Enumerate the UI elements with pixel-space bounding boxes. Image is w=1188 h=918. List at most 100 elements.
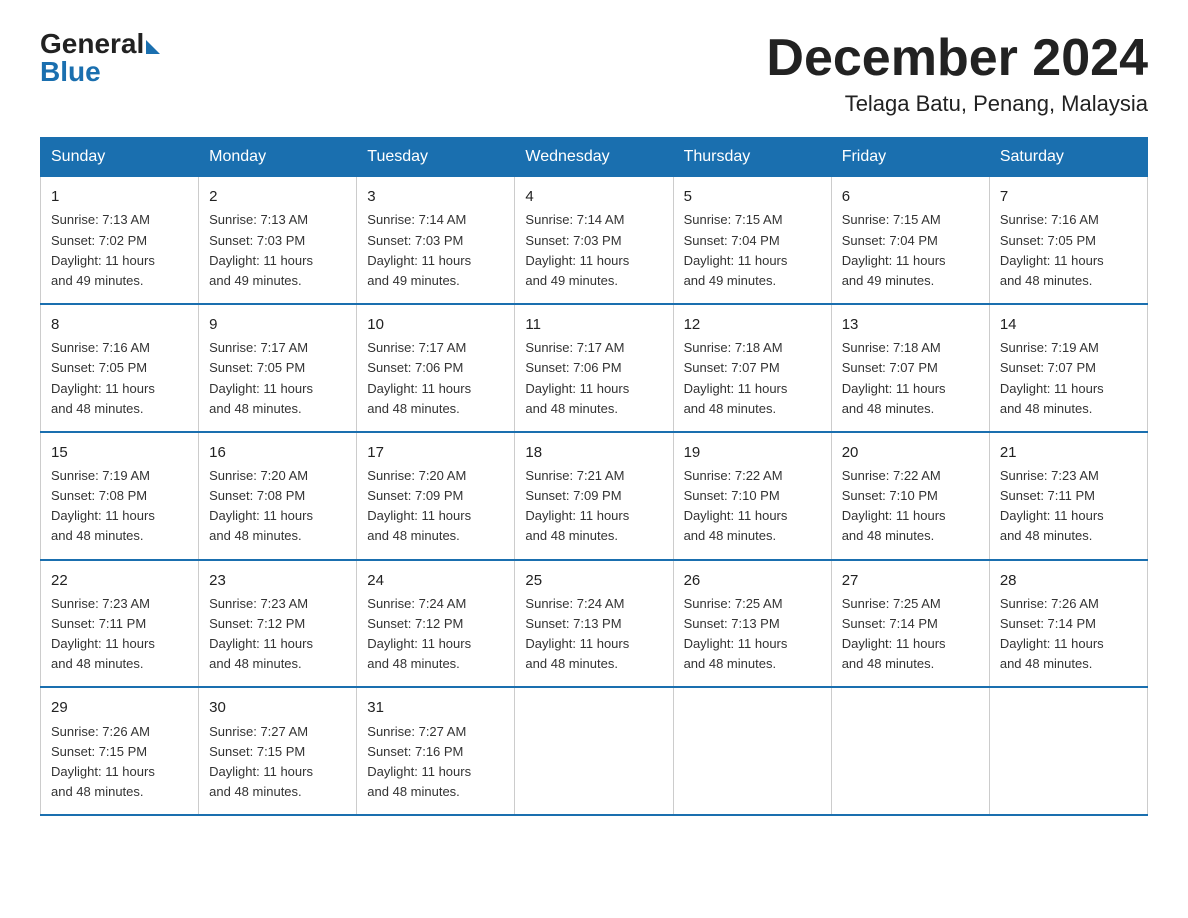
calendar-cell: 14Sunrise: 7:19 AM Sunset: 7:07 PM Dayli… [989,304,1147,432]
logo: General Blue [40,30,160,86]
header-day-thursday: Thursday [673,138,831,177]
calendar-cell: 13Sunrise: 7:18 AM Sunset: 7:07 PM Dayli… [831,304,989,432]
calendar-cell [673,687,831,815]
calendar-cell: 5Sunrise: 7:15 AM Sunset: 7:04 PM Daylig… [673,177,831,304]
title-block: December 2024 Telaga Batu, Penang, Malay… [766,30,1148,117]
day-number: 31 [367,696,504,719]
month-year-title: December 2024 [766,30,1148,87]
day-info: Sunrise: 7:27 AM Sunset: 7:15 PM Dayligh… [209,722,346,803]
day-number: 5 [684,185,821,208]
calendar-cell: 11Sunrise: 7:17 AM Sunset: 7:06 PM Dayli… [515,304,673,432]
day-info: Sunrise: 7:14 AM Sunset: 7:03 PM Dayligh… [525,210,662,291]
calendar-cell: 30 Sunrise: 7:27 AM Sunset: 7:15 PM Dayli… [199,687,357,815]
day-info: Sunrise: 7:25 AM Sunset: 7:13 PM Dayligh… [684,594,821,675]
calendar-cell: 2Sunrise: 7:13 AM Sunset: 7:03 PM Daylig… [199,177,357,304]
calendar-cell: 4Sunrise: 7:14 AM Sunset: 7:03 PM Daylig… [515,177,673,304]
calendar-cell: 15Sunrise: 7:19 AM Sunset: 7:08 PM Dayli… [41,432,199,560]
calendar-cell: 18Sunrise: 7:21 AM Sunset: 7:09 PM Dayli… [515,432,673,560]
header-day-sunday: Sunday [41,138,199,177]
day-info: Sunrise: 7:26 AM Sunset: 7:15 PM Dayligh… [51,722,188,803]
day-info: Sunrise: 7:15 AM Sunset: 7:04 PM Dayligh… [842,210,979,291]
day-number: 22 [51,569,188,592]
logo-blue-text: Blue [40,58,160,86]
day-number: 13 [842,313,979,336]
calendar-cell: 23Sunrise: 7:23 AM Sunset: 7:12 PM Dayli… [199,560,357,688]
day-number: 20 [842,441,979,464]
day-number: 12 [684,313,821,336]
day-info: Sunrise: 7:16 AM Sunset: 7:05 PM Dayligh… [51,338,188,419]
day-number: 26 [684,569,821,592]
day-info: Sunrise: 7:18 AM Sunset: 7:07 PM Dayligh… [684,338,821,419]
day-info: Sunrise: 7:22 AM Sunset: 7:10 PM Dayligh… [842,466,979,547]
day-info: Sunrise: 7:23 AM Sunset: 7:11 PM Dayligh… [51,594,188,675]
day-info: Sunrise: 7:23 AM Sunset: 7:12 PM Dayligh… [209,594,346,675]
day-info: Sunrise: 7:21 AM Sunset: 7:09 PM Dayligh… [525,466,662,547]
location-subtitle: Telaga Batu, Penang, Malaysia [766,91,1148,117]
day-info: Sunrise: 7:14 AM Sunset: 7:03 PM Dayligh… [367,210,504,291]
calendar-cell [989,687,1147,815]
calendar-cell: 17Sunrise: 7:20 AM Sunset: 7:09 PM Dayli… [357,432,515,560]
day-info: Sunrise: 7:22 AM Sunset: 7:10 PM Dayligh… [684,466,821,547]
calendar-cell: 29 Sunrise: 7:26 AM Sunset: 7:15 PM Dayli… [41,687,199,815]
day-number: 24 [367,569,504,592]
day-info: Sunrise: 7:13 AM Sunset: 7:02 PM Dayligh… [51,210,188,291]
day-number: 8 [51,313,188,336]
day-info: Sunrise: 7:20 AM Sunset: 7:09 PM Dayligh… [367,466,504,547]
calendar-cell: 7Sunrise: 7:16 AM Sunset: 7:05 PM Daylig… [989,177,1147,304]
calendar-cell: 26Sunrise: 7:25 AM Sunset: 7:13 PM Dayli… [673,560,831,688]
day-number: 17 [367,441,504,464]
day-number: 18 [525,441,662,464]
day-number: 10 [367,313,504,336]
calendar-cell: 10Sunrise: 7:17 AM Sunset: 7:06 PM Dayli… [357,304,515,432]
header-day-tuesday: Tuesday [357,138,515,177]
calendar-cell: 3Sunrise: 7:14 AM Sunset: 7:03 PM Daylig… [357,177,515,304]
day-info: Sunrise: 7:24 AM Sunset: 7:13 PM Dayligh… [525,594,662,675]
header-day-saturday: Saturday [989,138,1147,177]
calendar-week-row: 22Sunrise: 7:23 AM Sunset: 7:11 PM Dayli… [41,560,1148,688]
logo-general-text: General [40,30,144,58]
calendar-week-row: 15Sunrise: 7:19 AM Sunset: 7:08 PM Dayli… [41,432,1148,560]
day-info: Sunrise: 7:23 AM Sunset: 7:11 PM Dayligh… [1000,466,1137,547]
calendar-body: 1Sunrise: 7:13 AM Sunset: 7:02 PM Daylig… [41,177,1148,816]
header-row: SundayMondayTuesdayWednesdayThursdayFrid… [41,138,1148,177]
calendar-header: SundayMondayTuesdayWednesdayThursdayFrid… [41,138,1148,177]
calendar-week-row: 1Sunrise: 7:13 AM Sunset: 7:02 PM Daylig… [41,177,1148,304]
header-day-monday: Monday [199,138,357,177]
day-number: 2 [209,185,346,208]
calendar-cell: 25Sunrise: 7:24 AM Sunset: 7:13 PM Dayli… [515,560,673,688]
day-info: Sunrise: 7:13 AM Sunset: 7:03 PM Dayligh… [209,210,346,291]
day-number: 14 [1000,313,1137,336]
day-info: Sunrise: 7:18 AM Sunset: 7:07 PM Dayligh… [842,338,979,419]
calendar-cell: 21Sunrise: 7:23 AM Sunset: 7:11 PM Dayli… [989,432,1147,560]
header-day-wednesday: Wednesday [515,138,673,177]
day-number: 27 [842,569,979,592]
calendar-cell: 27Sunrise: 7:25 AM Sunset: 7:14 PM Dayli… [831,560,989,688]
calendar-cell: 8Sunrise: 7:16 AM Sunset: 7:05 PM Daylig… [41,304,199,432]
day-number: 4 [525,185,662,208]
day-info: Sunrise: 7:26 AM Sunset: 7:14 PM Dayligh… [1000,594,1137,675]
day-number: 3 [367,185,504,208]
calendar-cell [831,687,989,815]
logo-arrow-icon [146,40,160,54]
day-number: 11 [525,313,662,336]
calendar-cell [515,687,673,815]
page-header: General Blue December 2024 Telaga Batu, … [40,30,1148,117]
day-info: Sunrise: 7:17 AM Sunset: 7:06 PM Dayligh… [525,338,662,419]
day-number: 30 [209,696,346,719]
day-info: Sunrise: 7:24 AM Sunset: 7:12 PM Dayligh… [367,594,504,675]
day-number: 28 [1000,569,1137,592]
calendar-cell: 6Sunrise: 7:15 AM Sunset: 7:04 PM Daylig… [831,177,989,304]
day-number: 9 [209,313,346,336]
calendar-week-row: 8Sunrise: 7:16 AM Sunset: 7:05 PM Daylig… [41,304,1148,432]
day-number: 16 [209,441,346,464]
day-info: Sunrise: 7:15 AM Sunset: 7:04 PM Dayligh… [684,210,821,291]
day-number: 1 [51,185,188,208]
calendar-cell: 9Sunrise: 7:17 AM Sunset: 7:05 PM Daylig… [199,304,357,432]
day-info: Sunrise: 7:20 AM Sunset: 7:08 PM Dayligh… [209,466,346,547]
day-info: Sunrise: 7:16 AM Sunset: 7:05 PM Dayligh… [1000,210,1137,291]
day-number: 29 [51,696,188,719]
calendar-cell: 31Sunrise: 7:27 AM Sunset: 7:16 PM Dayli… [357,687,515,815]
calendar-cell: 1Sunrise: 7:13 AM Sunset: 7:02 PM Daylig… [41,177,199,304]
day-info: Sunrise: 7:17 AM Sunset: 7:05 PM Dayligh… [209,338,346,419]
calendar-cell: 19Sunrise: 7:22 AM Sunset: 7:10 PM Dayli… [673,432,831,560]
